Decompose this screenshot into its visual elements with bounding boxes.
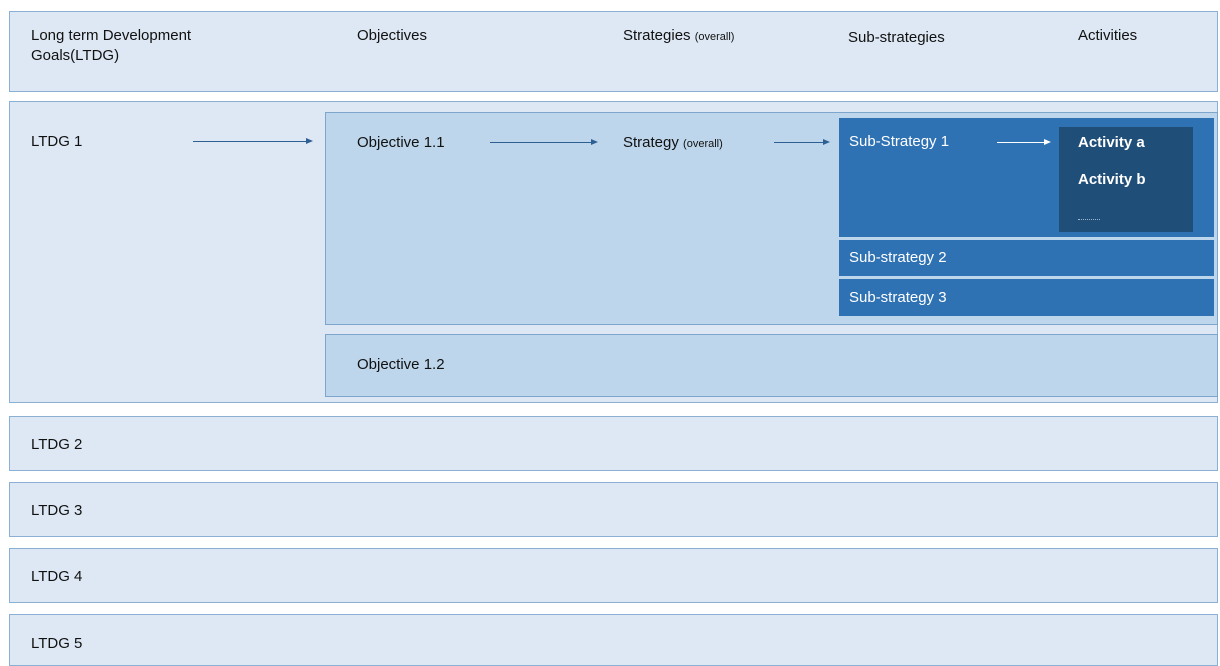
ltdg-3-row bbox=[9, 482, 1218, 537]
sub-strategy-2-label: Sub-strategy 2 bbox=[849, 249, 947, 266]
ltdg-3-label: LTDG 3 bbox=[31, 502, 83, 519]
ltdg-5-row bbox=[9, 614, 1218, 666]
header-strategies-qualifier: (overall) bbox=[694, 31, 735, 43]
sub-strategy-3-label: Sub-strategy 3 bbox=[849, 289, 947, 306]
ltdg-1-label: LTDG 1 bbox=[31, 133, 83, 150]
sub-strategy-1-label: Sub-Strategy 1 bbox=[849, 133, 950, 150]
strategy-label-qualifier: (overall) bbox=[683, 138, 723, 150]
activities-more-dots bbox=[1078, 219, 1100, 220]
header-activities: Activities bbox=[1078, 27, 1138, 44]
arrow-objective-to-strategy bbox=[490, 139, 598, 145]
objective-1-1-label: Objective 1.1 bbox=[357, 134, 445, 151]
header-strategies-label: Strategies bbox=[623, 27, 691, 44]
header-ltdg: Long term Development Goals(LTDG) bbox=[31, 27, 192, 65]
header-strategies: Strategies (overall) bbox=[623, 26, 734, 46]
arrow-sub-strategy-to-activities bbox=[997, 139, 1051, 145]
objective-1-2-panel bbox=[325, 334, 1218, 397]
ltdg-5-label: LTDG 5 bbox=[31, 635, 83, 652]
activity-b: Activity b bbox=[1078, 171, 1146, 188]
ltdg-2-row bbox=[9, 416, 1218, 471]
ltdg-2-label: LTDG 2 bbox=[31, 436, 83, 453]
strategy-label-main: Strategy bbox=[623, 134, 679, 151]
header-objectives: Objectives bbox=[357, 27, 428, 44]
ltdg-4-label: LTDG 4 bbox=[31, 568, 83, 585]
ltdg-4-row bbox=[9, 548, 1218, 603]
activity-a: Activity a bbox=[1078, 134, 1145, 151]
header-sub-strategies: Sub-strategies bbox=[848, 29, 945, 46]
objective-1-2-label: Objective 1.2 bbox=[357, 356, 445, 373]
strategy-label: Strategy (overall) bbox=[623, 133, 723, 153]
arrow-strategy-to-sub-strategy bbox=[774, 139, 830, 145]
arrow-ltdg-to-objective bbox=[193, 138, 313, 144]
